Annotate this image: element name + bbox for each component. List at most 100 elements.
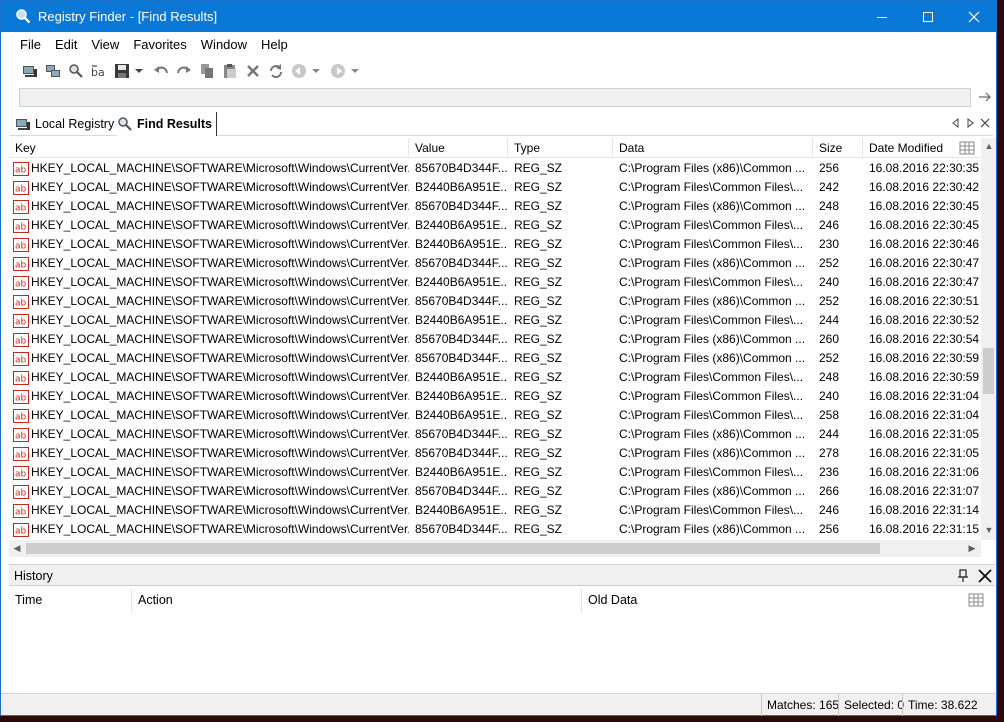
table-row[interactable]: ab HKEY_LOCAL_MACHINE\SOFTWARE\Microsoft\… [9,216,981,235]
local-registry-button[interactable] [19,60,41,82]
menu-file[interactable]: File [13,35,48,55]
cell-type: REG_SZ [514,237,563,251]
table-row[interactable]: ab HKEY_LOCAL_MACHINE\SOFTWARE\Microsoft\… [9,330,981,349]
scroll-up-icon[interactable]: ▲ [983,140,995,152]
table-row[interactable]: ab HKEY_LOCAL_MACHINE\SOFTWARE\Microsoft\… [9,292,981,311]
status-selected: Selected: 0 [838,694,909,716]
undo-button[interactable] [150,60,172,82]
column-chooser-icon[interactable] [959,141,975,155]
table-row[interactable]: ab HKEY_LOCAL_MACHINE\SOFTWARE\Microsoft\… [9,444,981,463]
svg-text:ab: ab [15,488,27,498]
tab-scroll-right-icon[interactable] [964,117,976,129]
table-row[interactable]: ab HKEY_LOCAL_MACHINE\SOFTWARE\Microsoft\… [9,159,981,178]
back-button[interactable] [288,60,310,82]
tab-scroll-left-icon[interactable] [950,117,962,129]
cell-value: 85670B4D344F... [415,427,508,441]
svg-text:ab: ab [15,336,27,346]
table-row[interactable]: ab HKEY_LOCAL_MACHINE\SOFTWARE\Microsoft\… [9,349,981,368]
minimize-button[interactable] [859,1,905,32]
pin-icon[interactable] [956,569,970,583]
table-row[interactable]: ab HKEY_LOCAL_MACHINE\SOFTWARE\Microsoft\… [9,406,981,425]
cell-type: REG_SZ [514,256,563,270]
save-button[interactable] [111,60,133,82]
table-row[interactable]: ab HKEY_LOCAL_MACHINE\SOFTWARE\Microsoft\… [9,197,981,216]
scroll-thumb[interactable] [26,543,880,554]
tab-label: Local Registry [35,117,115,131]
column-header-value[interactable]: Value [409,138,508,158]
scroll-thumb[interactable] [983,348,994,394]
reg-string-icon: ab [13,408,29,423]
table-row[interactable]: ab HKEY_LOCAL_MACHINE\SOFTWARE\Microsoft\… [9,520,981,539]
forward-button[interactable] [327,60,349,82]
cell-size: 246 [819,218,840,232]
column-header-size[interactable]: Size [813,138,863,158]
cell-size: 252 [819,351,840,365]
tab-local-registry[interactable]: Local Registry [15,112,114,136]
table-row[interactable]: ab HKEY_LOCAL_MACHINE\SOFTWARE\Microsoft\… [9,387,981,406]
menu-edit[interactable]: Edit [48,35,84,55]
cell-value: 85670B4D344F... [415,332,508,346]
scroll-right-icon[interactable]: ▶ [966,542,978,554]
vertical-scrollbar[interactable]: ▲ ▼ [981,138,996,540]
save-dropdown-button[interactable] [134,60,144,82]
column-header-data[interactable]: Data [613,138,813,158]
svg-text:ab: ab [15,393,27,403]
column-header-type[interactable]: Type [508,138,613,158]
table-row[interactable]: ab HKEY_LOCAL_MACHINE\SOFTWARE\Microsoft\… [9,425,981,444]
paste-button[interactable] [219,60,241,82]
refresh-button[interactable] [265,60,287,82]
svg-text:ab: ab [15,222,27,232]
paste-icon [224,64,236,78]
table-row[interactable]: ab HKEY_LOCAL_MACHINE\SOFTWARE\Microsoft\… [9,273,981,292]
maximize-button[interactable] [905,1,951,32]
go-arrow-icon[interactable] [977,89,993,105]
reg-string-icon: ab [13,370,29,385]
column-header-key[interactable]: Key [9,138,409,158]
table-row[interactable]: ab HKEY_LOCAL_MACHINE\SOFTWARE\Microsoft\… [9,501,981,520]
delete-button[interactable] [242,60,264,82]
tab-close-icon[interactable] [979,117,991,129]
forward-dropdown-button[interactable] [350,60,360,82]
horizontal-scrollbar[interactable]: ◀ ▶ [9,540,981,557]
remote-registry-button[interactable] [42,60,64,82]
cell-size: 258 [819,408,840,422]
table-row[interactable]: ab HKEY_LOCAL_MACHINE\SOFTWARE\Microsoft\… [9,311,981,330]
history-panel-header: History [9,564,995,586]
maximize-icon [923,11,933,22]
history-column-time[interactable]: Time [9,589,132,613]
cell-data: C:\Program Files\Common Files\... [619,370,804,384]
menu-help[interactable]: Help [254,35,295,55]
cell-data: C:\Program Files\Common Files\... [619,275,804,289]
table-row[interactable]: ab HKEY_LOCAL_MACHINE\SOFTWARE\Microsoft\… [9,178,981,197]
cell-date: 16.08.2016 22:31:14 [869,503,980,517]
scroll-down-icon[interactable]: ▼ [983,524,995,536]
replace-button[interactable]: ba [88,60,110,82]
address-bar[interactable] [19,88,971,107]
table-row[interactable]: ab HKEY_LOCAL_MACHINE\SOFTWARE\Microsoft\… [9,463,981,482]
redo-icon [177,66,191,74]
reg-string-icon: ab [13,294,29,309]
redo-button[interactable] [173,60,195,82]
history-column-old-data[interactable]: Old Data [582,589,995,613]
cell-data: C:\Program Files (x86)\Common ... [619,199,806,213]
table-row[interactable]: ab HKEY_LOCAL_MACHINE\SOFTWARE\Microsoft\… [9,235,981,254]
cell-value: 85670B4D344F... [415,199,508,213]
column-chooser-icon[interactable] [968,593,984,607]
svg-text:ab: ab [15,203,27,213]
history-column-action[interactable]: Action [132,589,582,613]
scroll-left-icon[interactable]: ◀ [11,542,23,554]
table-row[interactable]: ab HKEY_LOCAL_MACHINE\SOFTWARE\Microsoft\… [9,254,981,273]
find-button[interactable] [65,60,87,82]
close-icon[interactable] [977,568,993,584]
back-dropdown-button[interactable] [311,60,321,82]
menu-window[interactable]: Window [194,35,254,55]
close-button[interactable] [951,1,997,32]
menu-favorites[interactable]: Favorites [126,35,193,55]
copy-button[interactable] [196,60,218,82]
menu-view[interactable]: View [84,35,126,55]
table-row[interactable]: ab HKEY_LOCAL_MACHINE\SOFTWARE\Microsoft\… [9,368,981,387]
table-row[interactable]: ab HKEY_LOCAL_MACHINE\SOFTWARE\Microsoft\… [9,482,981,501]
svg-text:ab: ab [15,184,27,194]
title-bar[interactable]: Registry Finder - [Find Results] [1,1,996,32]
tab-find-results[interactable]: Find Results [117,112,218,136]
